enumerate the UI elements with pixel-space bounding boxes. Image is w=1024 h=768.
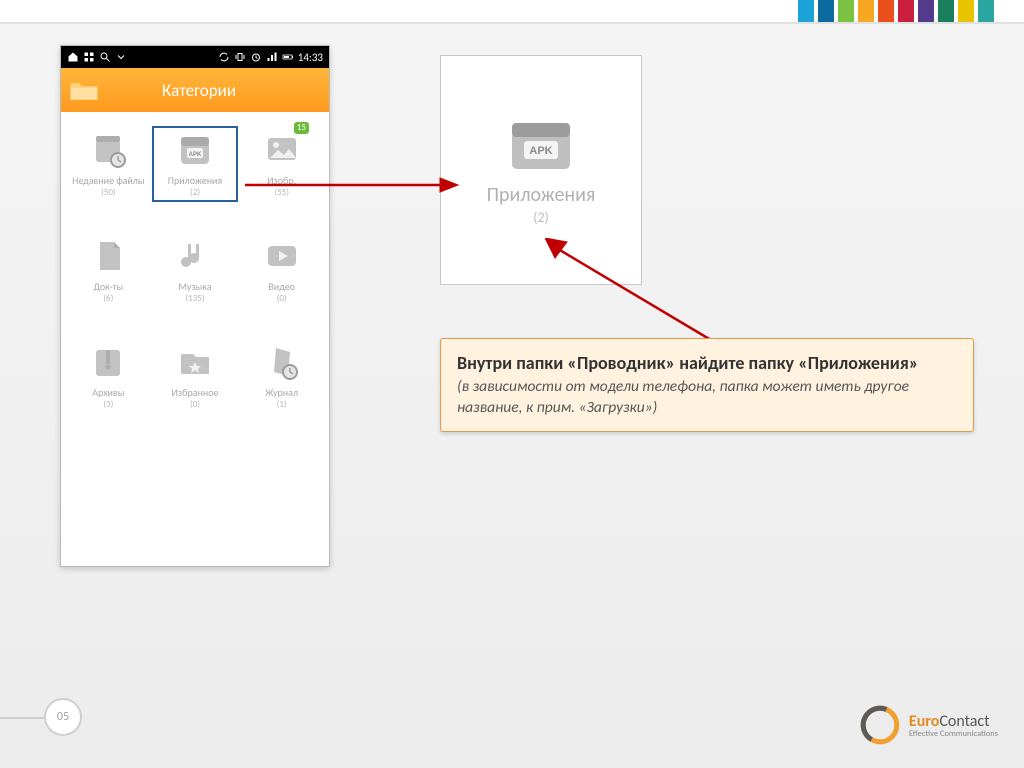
images-icon (262, 130, 302, 170)
badge: 15 (294, 122, 309, 134)
chevron-down-icon (115, 51, 127, 63)
arrow-to-detail (240, 170, 460, 200)
brand-logo: EuroContact Effective Communications (859, 704, 998, 746)
sync-icon (218, 51, 230, 63)
signal-icon (266, 51, 278, 63)
brand-euro: Euro (909, 712, 939, 731)
category-docs[interactable]: Док-ты(6) (65, 232, 152, 308)
category-label: Музыка (178, 280, 211, 293)
callout-main: Внутри папки «Проводник» найдите папку «… (457, 351, 957, 375)
phone-status-bar: 14:33 (61, 46, 329, 68)
category-label: Избранное (172, 386, 219, 399)
category-apps[interactable]: APK Приложения(2) (152, 126, 239, 202)
vibrate-icon (234, 51, 246, 63)
category-count: (50) (101, 187, 116, 198)
category-label: Док-ты (93, 280, 123, 293)
category-count: (0) (277, 293, 287, 304)
app-header: Категории (61, 68, 329, 112)
home-icon (67, 51, 79, 63)
category-archives[interactable]: Архивы(3) (65, 338, 152, 414)
category-label: Приложения (168, 174, 222, 187)
categories-grid: Недавние файлы(50)APKПриложения(2)15Изоб… (61, 112, 329, 428)
svg-text:APK: APK (529, 145, 552, 157)
svg-text:APK: APK (189, 152, 202, 158)
page-line (0, 717, 44, 719)
brand-tagline: Effective Communications (909, 729, 998, 739)
category-count: (2) (190, 187, 200, 198)
page-number: 05 (44, 698, 82, 736)
category-count: (3) (103, 399, 113, 410)
battery-icon (282, 51, 294, 63)
category-recent[interactable]: Недавние файлы(50) (65, 126, 152, 202)
search-icon (99, 51, 111, 63)
category-music[interactable]: Музыка(135) (152, 232, 239, 308)
log-icon (262, 342, 302, 382)
callout-sub: (в зависимости от модели телефона, папка… (457, 377, 957, 419)
category-count: (1) (277, 399, 287, 410)
category-favorites[interactable]: Избранное(0) (152, 338, 239, 414)
category-count: (135) (185, 293, 204, 304)
detail-count: (2) (533, 209, 549, 226)
category-label: Журнал (265, 386, 298, 399)
detail-label: Приложения (487, 183, 596, 207)
category-label: Архивы (92, 386, 124, 399)
category-count: (0) (190, 399, 200, 410)
category-log[interactable]: Журнал(1) (238, 338, 325, 414)
top-accent-bar (0, 0, 1024, 24)
favorites-icon (175, 342, 215, 382)
instruction-callout: Внутри папки «Проводник» найдите папку «… (440, 338, 974, 432)
apps-icon: APK (175, 130, 215, 170)
grid-icon (83, 51, 95, 63)
header-title: Категории (69, 80, 329, 101)
category-label: Недавние файлы (72, 174, 144, 187)
category-video[interactable]: Видео(0) (238, 232, 325, 308)
archives-icon (88, 342, 128, 382)
slide: 14:33 Категории Недавние файлы(50) APK При… (0, 0, 1024, 768)
category-count: (6) (103, 293, 113, 304)
recent-icon (88, 130, 128, 170)
music-icon (175, 236, 215, 276)
phone-screenshot: 14:33 Категории Недавние файлы(50) APK При… (60, 45, 330, 567)
alarm-icon (250, 51, 262, 63)
brand-contact: Contact (939, 712, 989, 731)
category-label: Видео (268, 280, 295, 293)
logo-icon (859, 704, 901, 746)
video-icon (262, 236, 302, 276)
docs-icon (88, 236, 128, 276)
apk-box-icon: APK (506, 115, 576, 173)
status-time: 14:33 (298, 51, 323, 64)
